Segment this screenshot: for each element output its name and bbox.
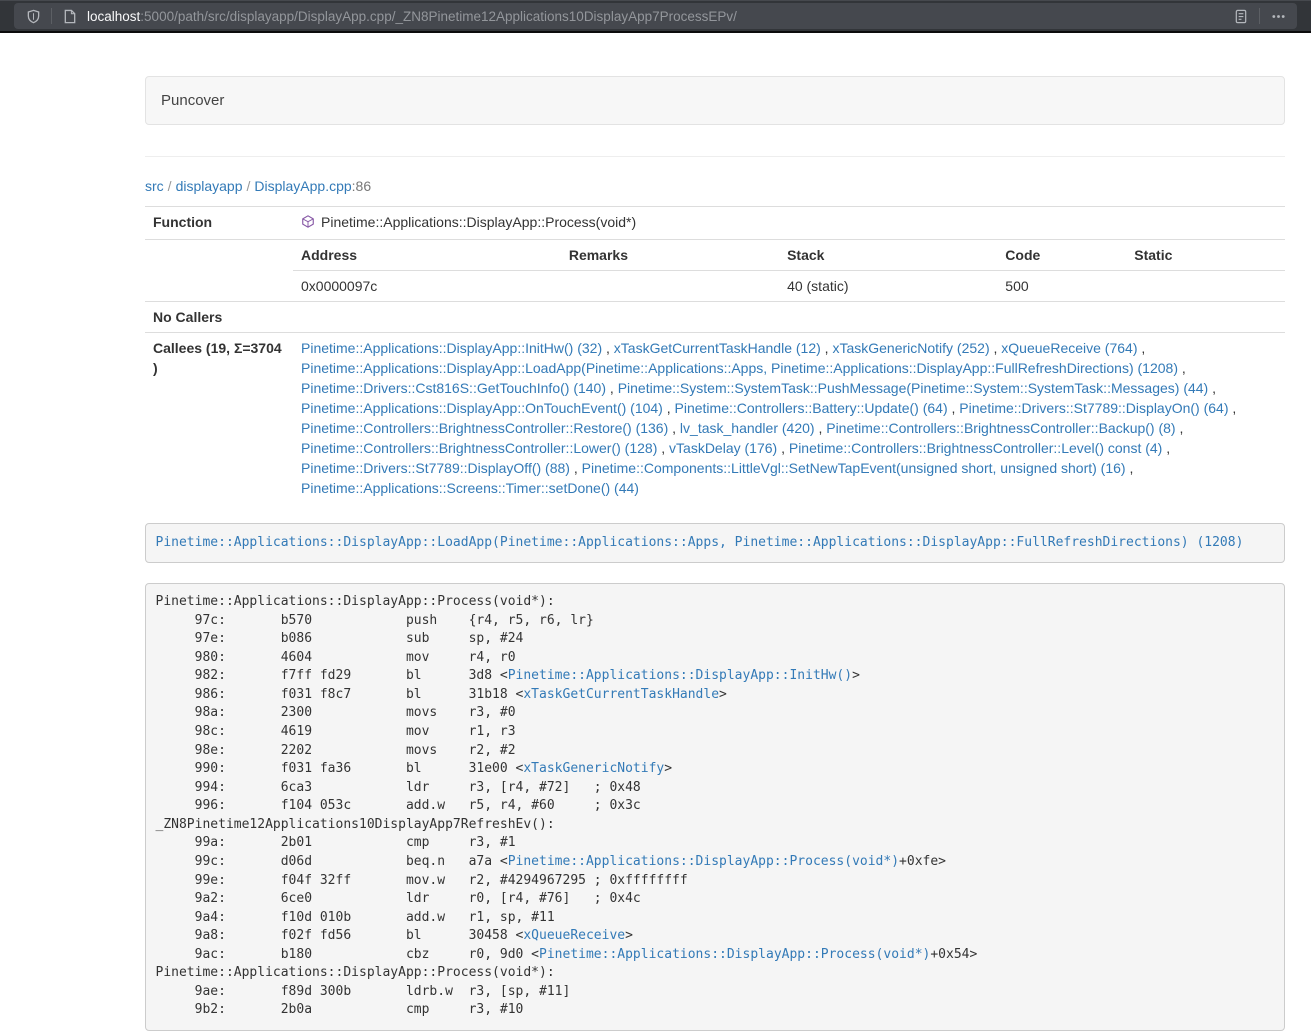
breadcrumb-src-link[interactable]: src	[145, 178, 164, 194]
address-value: 0x0000097c	[293, 271, 561, 302]
empty-row-label	[145, 240, 293, 302]
callee-separator: ,	[821, 340, 833, 356]
callee-link[interactable]: Pinetime::Controllers::BrightnessControl…	[301, 420, 668, 436]
toolbar-separator	[1259, 8, 1260, 24]
app-title: Puncover	[161, 92, 224, 109]
callee-link[interactable]: Pinetime::Applications::DisplayApp::OnTo…	[301, 400, 663, 416]
no-callers-label: No Callers	[145, 302, 293, 333]
function-stats-table: Address Remarks Stack Code Static 0x0000…	[293, 240, 1285, 301]
shield-icon[interactable]	[24, 7, 42, 25]
callee-separator: ,	[815, 420, 827, 436]
callee-link[interactable]: xQueueReceive (764)	[1001, 340, 1137, 356]
page-icon[interactable]	[61, 7, 79, 25]
code-symbol-link[interactable]: Pinetime::Applications::DisplayApp::Init…	[508, 668, 852, 683]
remarks-header: Remarks	[561, 240, 779, 271]
breadcrumb-line-number: :86	[352, 178, 371, 194]
code-symbol-link[interactable]: Pinetime::Applications::DisplayApp::Proc…	[508, 854, 899, 869]
breadcrumb-displayapp-link[interactable]: displayapp	[176, 178, 243, 194]
more-menu-icon[interactable]	[1269, 7, 1287, 25]
function-row: Function Pinetime::Applications::Display…	[145, 207, 1285, 240]
disassembly-listing: Pinetime::Applications::DisplayApp::Proc…	[145, 583, 1285, 1031]
callee-link[interactable]: Pinetime::Controllers::Battery::Update()…	[675, 400, 948, 416]
stats-value-row: 0x0000097c 40 (static) 500	[293, 271, 1285, 302]
page-content: Puncover src/displayapp/DisplayApp.cpp:8…	[145, 76, 1285, 1031]
callee-link[interactable]: Pinetime::Drivers::St7789::DisplayOff() …	[301, 460, 570, 476]
browser-toolbar: localhost:5000/path/src/displayapp/Displ…	[0, 0, 1311, 33]
code-symbol-link[interactable]: Pinetime::Applications::DisplayApp::Proc…	[539, 947, 930, 962]
callee-separator: ,	[602, 340, 614, 356]
callee-link[interactable]: vTaskDelay (176)	[669, 440, 777, 456]
breadcrumb: src/displayapp/DisplayApp.cpp:86	[145, 176, 1285, 196]
callee-link[interactable]: xTaskGenericNotify (252)	[832, 340, 989, 356]
highlighted-callee-box: Pinetime::Applications::DisplayApp::Load…	[145, 523, 1285, 563]
callee-separator: ,	[668, 420, 680, 436]
no-callers-value	[293, 302, 1285, 333]
function-name: Pinetime::Applications::DisplayApp::Proc…	[321, 212, 636, 232]
static-value	[1126, 271, 1285, 302]
remarks-value	[561, 271, 779, 302]
no-callers-row: No Callers	[145, 302, 1285, 333]
callee-separator: ,	[777, 440, 789, 456]
callee-link[interactable]: xTaskGetCurrentTaskHandle (12)	[614, 340, 821, 356]
callee-link[interactable]: Pinetime::Controllers::BrightnessControl…	[826, 420, 1175, 436]
loadapp-link[interactable]: Pinetime::Applications::DisplayApp::Load…	[156, 535, 1244, 550]
url-host: localhost	[87, 9, 140, 24]
callee-separator: ,	[1162, 440, 1170, 456]
url-path: :5000/path/src/displayapp/DisplayApp.cpp…	[140, 9, 737, 24]
callee-link[interactable]: Pinetime::Controllers::BrightnessControl…	[789, 440, 1162, 456]
toolbar-separator	[51, 8, 52, 24]
callee-separator: ,	[1229, 400, 1237, 416]
code-symbol-link[interactable]: xTaskGetCurrentTaskHandle	[523, 687, 719, 702]
callees-label: Callees (19, Σ=3704 )	[145, 333, 293, 504]
function-stats-row: Address Remarks Stack Code Static 0x0000…	[145, 240, 1285, 302]
callee-link[interactable]: Pinetime::Applications::DisplayApp::Init…	[301, 340, 602, 356]
static-header: Static	[1126, 240, 1285, 271]
callee-link[interactable]: Pinetime::Components::LittleVgl::SetNewT…	[582, 460, 1126, 476]
code-symbol-link[interactable]: xQueueReceive	[523, 928, 625, 943]
address-header: Address	[293, 240, 561, 271]
stack-value: 40 (static)	[779, 271, 997, 302]
breadcrumb-separator: /	[247, 178, 251, 194]
stats-header-row: Address Remarks Stack Code Static	[293, 240, 1285, 271]
reader-mode-icon[interactable]	[1232, 7, 1250, 25]
code-value: 500	[997, 271, 1126, 302]
breadcrumb-file-link[interactable]: DisplayApp.cpp	[254, 178, 351, 194]
callee-link[interactable]: Pinetime::Applications::DisplayApp::Load…	[301, 360, 1178, 376]
callees-row: Callees (19, Σ=3704 ) Pinetime::Applicat…	[145, 333, 1285, 504]
callees-list: Pinetime::Applications::DisplayApp::Init…	[293, 333, 1285, 504]
divider	[145, 156, 1285, 157]
callee-separator: ,	[663, 400, 675, 416]
code-header: Code	[997, 240, 1126, 271]
callee-link[interactable]: Pinetime::Applications::Screens::Timer::…	[301, 480, 639, 496]
callee-separator: ,	[1137, 340, 1145, 356]
callee-separator: ,	[1208, 380, 1216, 396]
url-text: localhost:5000/path/src/displayapp/Displ…	[87, 9, 737, 24]
package-cube-icon	[301, 214, 315, 234]
callee-link[interactable]: Pinetime::System::SystemTask::PushMessag…	[618, 380, 1209, 396]
function-row-label: Function	[145, 207, 293, 240]
callee-separator: ,	[1126, 460, 1134, 476]
breadcrumb-separator: /	[168, 178, 172, 194]
callee-separator: ,	[657, 440, 669, 456]
callee-link[interactable]: Pinetime::Controllers::BrightnessControl…	[301, 440, 657, 456]
address-bar[interactable]: localhost:5000/path/src/displayapp/Displ…	[14, 3, 1297, 29]
callee-separator: ,	[1176, 420, 1184, 436]
callee-link[interactable]: Pinetime::Drivers::St7789::DisplayOn() (…	[959, 400, 1228, 416]
callee-separator: ,	[606, 380, 618, 396]
callee-link[interactable]: Pinetime::Drivers::Cst816S::GetTouchInfo…	[301, 380, 606, 396]
callee-link[interactable]: lv_task_handler (420)	[680, 420, 815, 436]
app-header-panel: Puncover	[145, 76, 1285, 125]
callee-separator: ,	[990, 340, 1002, 356]
callee-separator: ,	[1178, 360, 1186, 376]
callee-separator: ,	[570, 460, 582, 476]
code-symbol-link[interactable]: xTaskGenericNotify	[523, 761, 664, 776]
callee-separator: ,	[948, 400, 960, 416]
function-table: Function Pinetime::Applications::Display…	[145, 206, 1285, 503]
stack-header: Stack	[779, 240, 997, 271]
